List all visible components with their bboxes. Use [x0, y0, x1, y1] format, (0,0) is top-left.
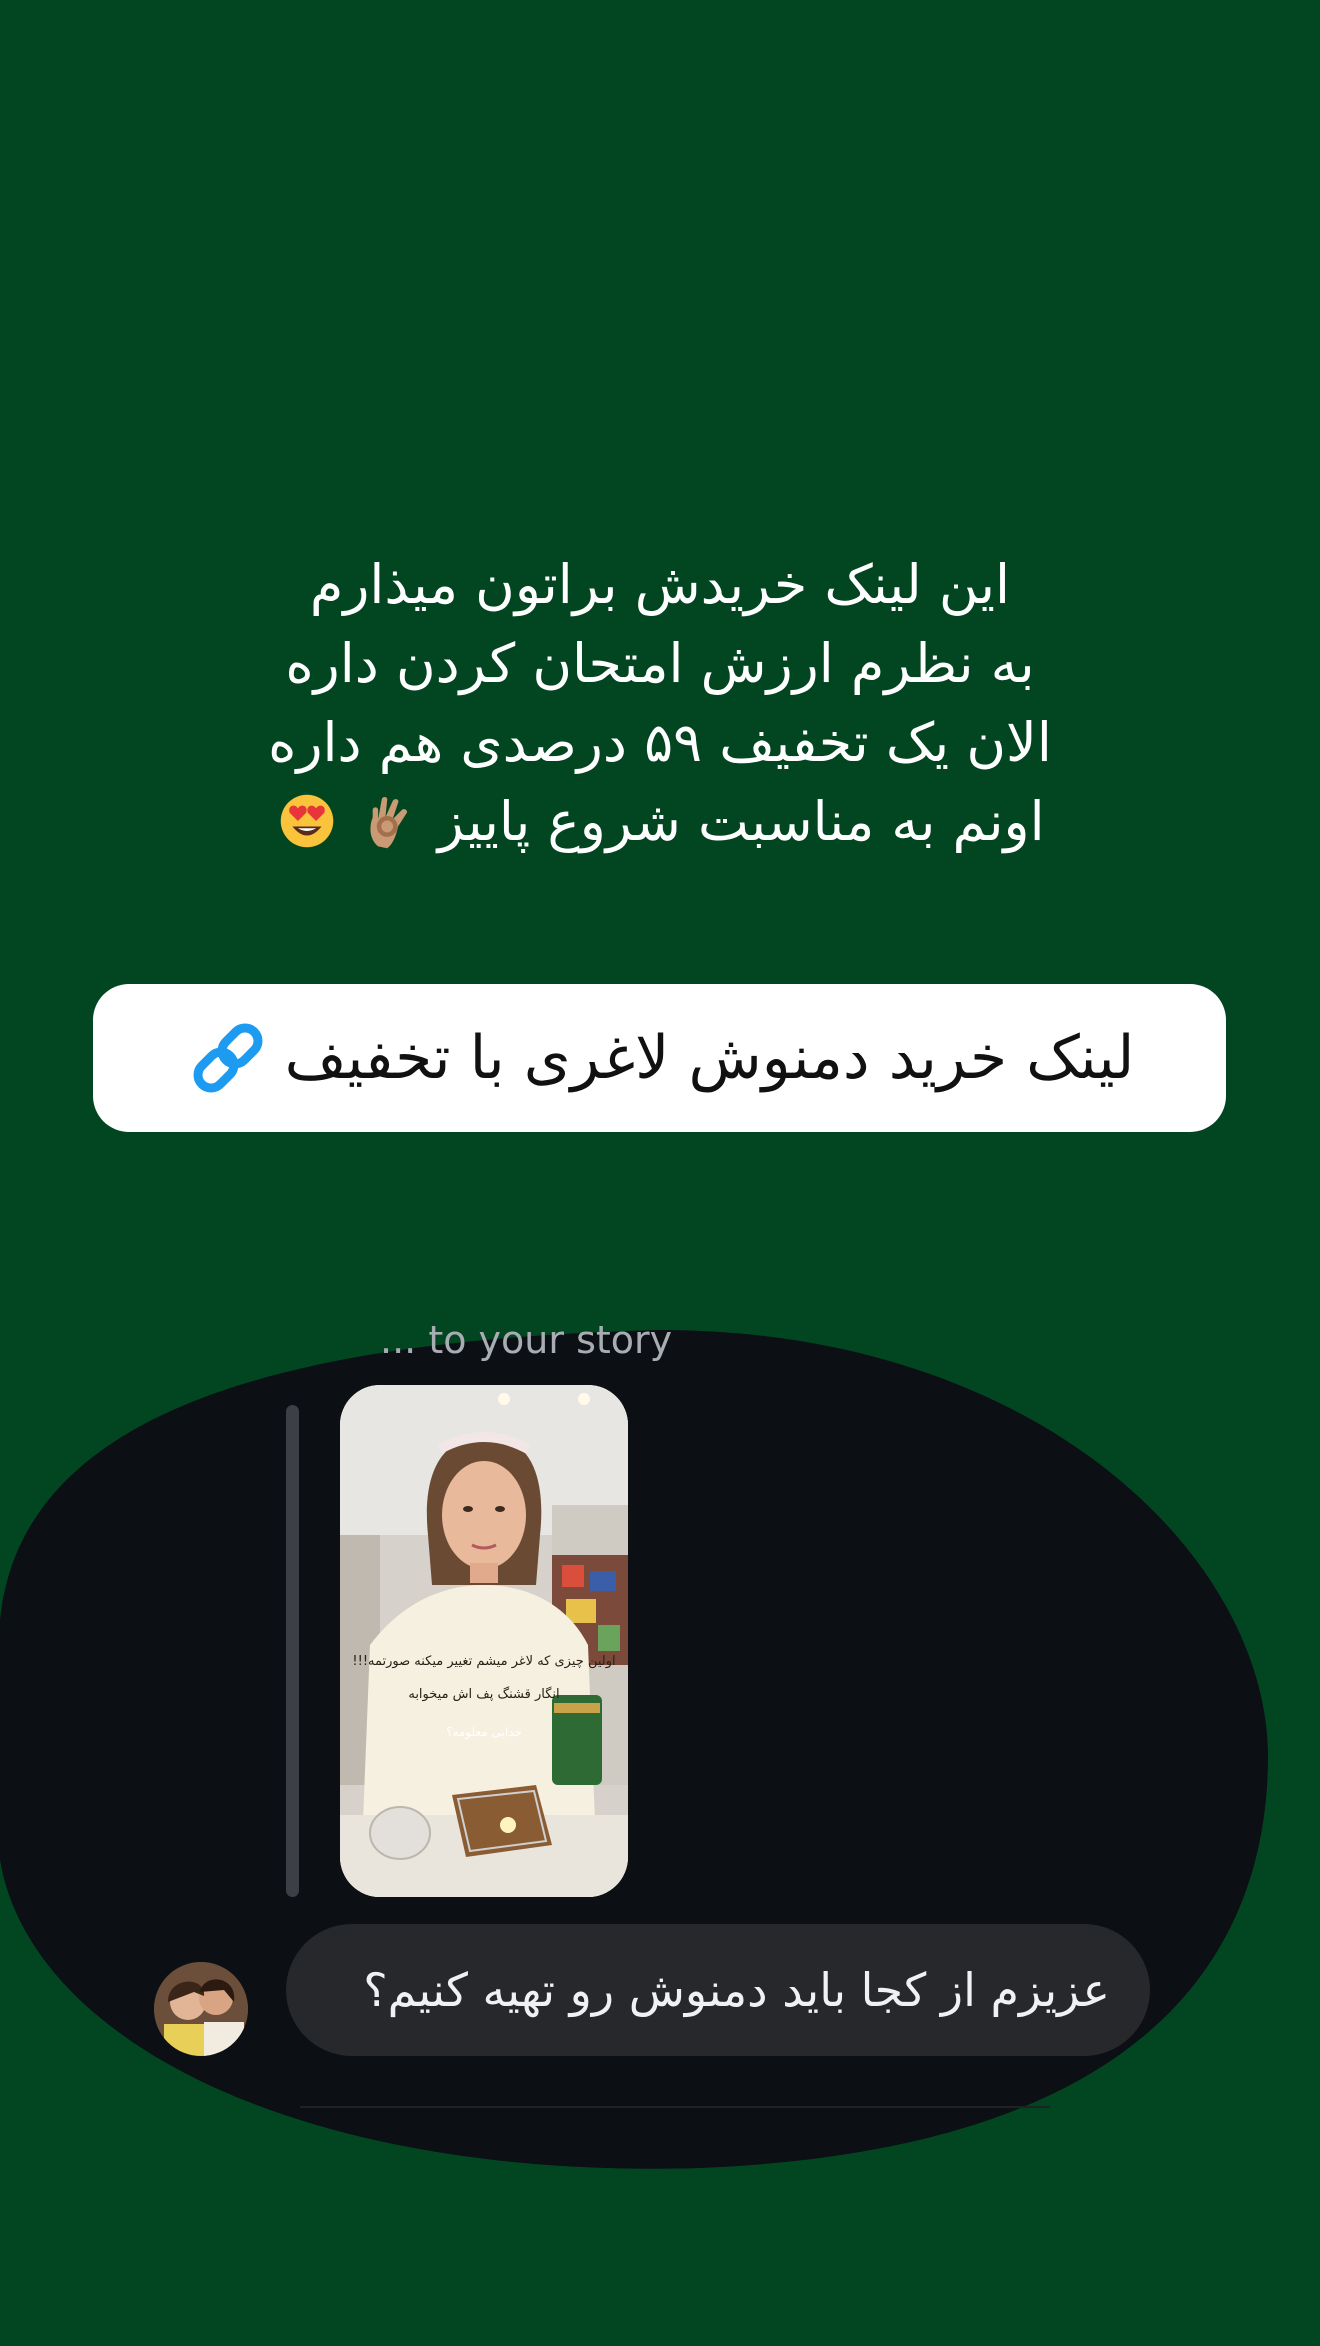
sender-avatar[interactable] [154, 1962, 248, 2056]
story-preview-overlay-text: انگار قشنگ پف اش میخوابه [408, 1687, 560, 1702]
story-preview-overlay-small: خدایی معلومه؟ [446, 1725, 522, 1739]
message-bubble[interactable]: عزیزم از کجا باید دمنوش رو تهیه کنیم؟ [286, 1924, 1150, 2056]
divider [300, 2106, 1050, 2108]
replied-to-story-label: ... to your story [380, 1318, 673, 1362]
quote-bar [286, 1405, 299, 1897]
story-preview-thumbnail[interactable]: اولین چیزی که لاغر میشم تغییر میکنه صورت… [340, 1385, 628, 1897]
user-avatar-image [154, 1962, 248, 2056]
story-preview-overlay-text: اولین چیزی که لاغر میشم تغییر میکنه صورت… [352, 1654, 616, 1669]
message-text: عزیزم از کجا باید دمنوش رو تهیه کنیم؟ [363, 1963, 1110, 2017]
story-preview-photo [340, 1385, 628, 1897]
